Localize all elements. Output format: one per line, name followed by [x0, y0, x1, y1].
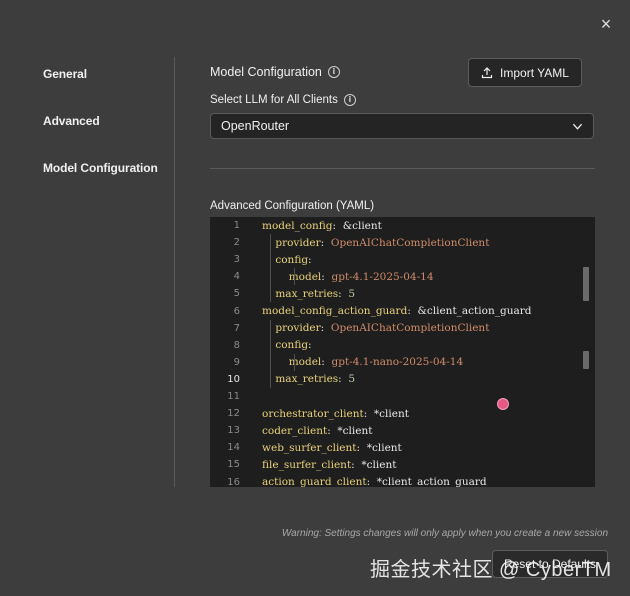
yaml-editor-label: Advanced Configuration (YAML) [210, 200, 375, 212]
line-number: 6 [233, 305, 240, 317]
section-divider [210, 168, 595, 169]
code-line[interactable]: 6 model_config_action_guard: &client_acti… [210, 303, 582, 320]
line-number: 4 [233, 271, 240, 283]
settings-nav: General Advanced Model Configuration [43, 66, 173, 207]
code-line[interactable]: 4 model: gpt-4.1-2025-04-14 [210, 268, 582, 285]
code-token: file_surfer_client [262, 458, 352, 471]
line-number: 5 [233, 288, 240, 300]
code-line[interactable]: 14 web_surfer_client: *client [210, 439, 582, 456]
code-token: coder_client [262, 424, 328, 437]
code-token: model_config_action_guard [262, 305, 408, 317]
indent-guide [270, 234, 271, 303]
nav-item-advanced[interactable]: Advanced [43, 113, 173, 160]
code-token: 5 [348, 287, 356, 300]
line-number: 1 [233, 220, 240, 231]
code-token: : *client [327, 424, 373, 437]
code-token: : [321, 356, 332, 369]
import-yaml-label: Import YAML [500, 65, 569, 80]
code-token: config [262, 253, 309, 266]
line-number: 14 [227, 442, 240, 454]
upload-icon [481, 66, 493, 78]
section-title-text: Model Configuration [210, 65, 322, 79]
code-line[interactable]: 15 file_surfer_client: *client [210, 456, 582, 473]
code-token: OpenAIChatCompletionClient [330, 236, 490, 249]
code-token: : &client_action_guard [407, 305, 532, 317]
code-token: gpt-4.1-nano-2025-04-14 [331, 356, 464, 369]
code-token: : [338, 287, 349, 300]
code-line[interactable]: 11 [210, 388, 582, 405]
line-number: 2 [233, 237, 240, 249]
code-token: 5 [348, 373, 356, 386]
code-token: : *client_action_guard [366, 476, 487, 487]
code-line[interactable]: 3 config: [210, 251, 582, 268]
yaml-editor[interactable]: 1 model_config: &client 2 provider: OpenAI… [210, 217, 595, 487]
line-number: 16 [227, 476, 240, 488]
line-number: 7 [233, 322, 240, 334]
code-line[interactable]: 13 coder_client: *client [210, 422, 582, 439]
code-token: max_retries [262, 287, 339, 300]
nav-divider [174, 57, 175, 487]
code-token: : [308, 253, 312, 266]
close-icon[interactable]: × [596, 14, 616, 34]
code-line[interactable]: 7 provider: OpenAIChatCompletionClient [210, 320, 582, 337]
code-token: : &client [332, 219, 382, 232]
indent-guide [294, 268, 295, 286]
warning-text: Warning: Settings changes will only appl… [281, 528, 608, 539]
code-token: web_surfer_client [262, 441, 357, 454]
code-token: max_retries [262, 373, 339, 386]
editor-scrollbar-thumb[interactable] [583, 267, 589, 301]
code-line[interactable]: 16 action_guard_client: *client_action_gu… [210, 474, 582, 488]
llm-select-value: OpenRouter [221, 119, 290, 133]
code-token: : [338, 373, 349, 386]
code-token: : [321, 270, 332, 283]
code-line[interactable]: 9 model: gpt-4.1-nano-2025-04-14 [210, 354, 582, 371]
chevron-down-icon [572, 123, 583, 130]
watermark: 掘金技术社区 @ CyberTM [370, 559, 612, 581]
code-token: : [308, 339, 312, 352]
code-token: : [320, 236, 331, 249]
line-number: 13 [227, 425, 240, 437]
code-token: : *client [356, 441, 402, 454]
line-number: 15 [227, 459, 240, 471]
line-number: 8 [233, 339, 240, 351]
line-number: 10 [227, 373, 240, 385]
line-number: 11 [227, 391, 240, 402]
select-llm-label: Select LLM for All Clients i [210, 94, 356, 106]
code-line[interactable]: 5 max_retries: 5 [210, 285, 582, 302]
code-line[interactable]: 1 model_config: &client [210, 217, 582, 234]
section-title: Model Configuration i [210, 65, 340, 79]
import-yaml-button[interactable]: Import YAML [468, 58, 582, 87]
code-token: action_guard_client [262, 476, 367, 487]
indent-guide [294, 353, 295, 371]
code-token: gpt-4.1-2025-04-14 [331, 270, 434, 283]
code-token: config [262, 339, 309, 352]
code-line[interactable]: 10 max_retries: 5 [210, 371, 582, 388]
select-llm-label-text: Select LLM for All Clients [210, 94, 338, 106]
cursor-indicator [497, 398, 509, 410]
code-token: OpenAIChatCompletionClient [330, 322, 490, 335]
nav-item-general[interactable]: General [43, 66, 173, 113]
code-token: model_config [262, 219, 333, 232]
code-line[interactable]: 12 orchestrator_client: *client [210, 405, 582, 422]
code-token: : [320, 322, 331, 335]
code-line[interactable]: 2 provider: OpenAIChatCompletionClient [210, 234, 582, 251]
editor-scrollbar-marker[interactable] [583, 351, 589, 369]
nav-item-model-configuration[interactable]: Model Configuration [43, 160, 173, 207]
llm-select[interactable]: OpenRouter [210, 113, 594, 139]
line-number: 9 [233, 356, 240, 368]
line-number: 12 [227, 408, 240, 420]
line-number: 3 [233, 254, 240, 266]
code-token: orchestrator_client [262, 407, 364, 420]
code-token: : *client [351, 458, 397, 471]
code-line[interactable]: 8 config: [210, 337, 582, 354]
code-token: : *client [363, 407, 409, 420]
info-icon[interactable]: i [327, 66, 340, 78]
info-icon[interactable]: i [343, 94, 356, 106]
indent-guide [270, 319, 271, 388]
settings-dialog: × General Advanced Model Configuration M… [0, 0, 630, 596]
